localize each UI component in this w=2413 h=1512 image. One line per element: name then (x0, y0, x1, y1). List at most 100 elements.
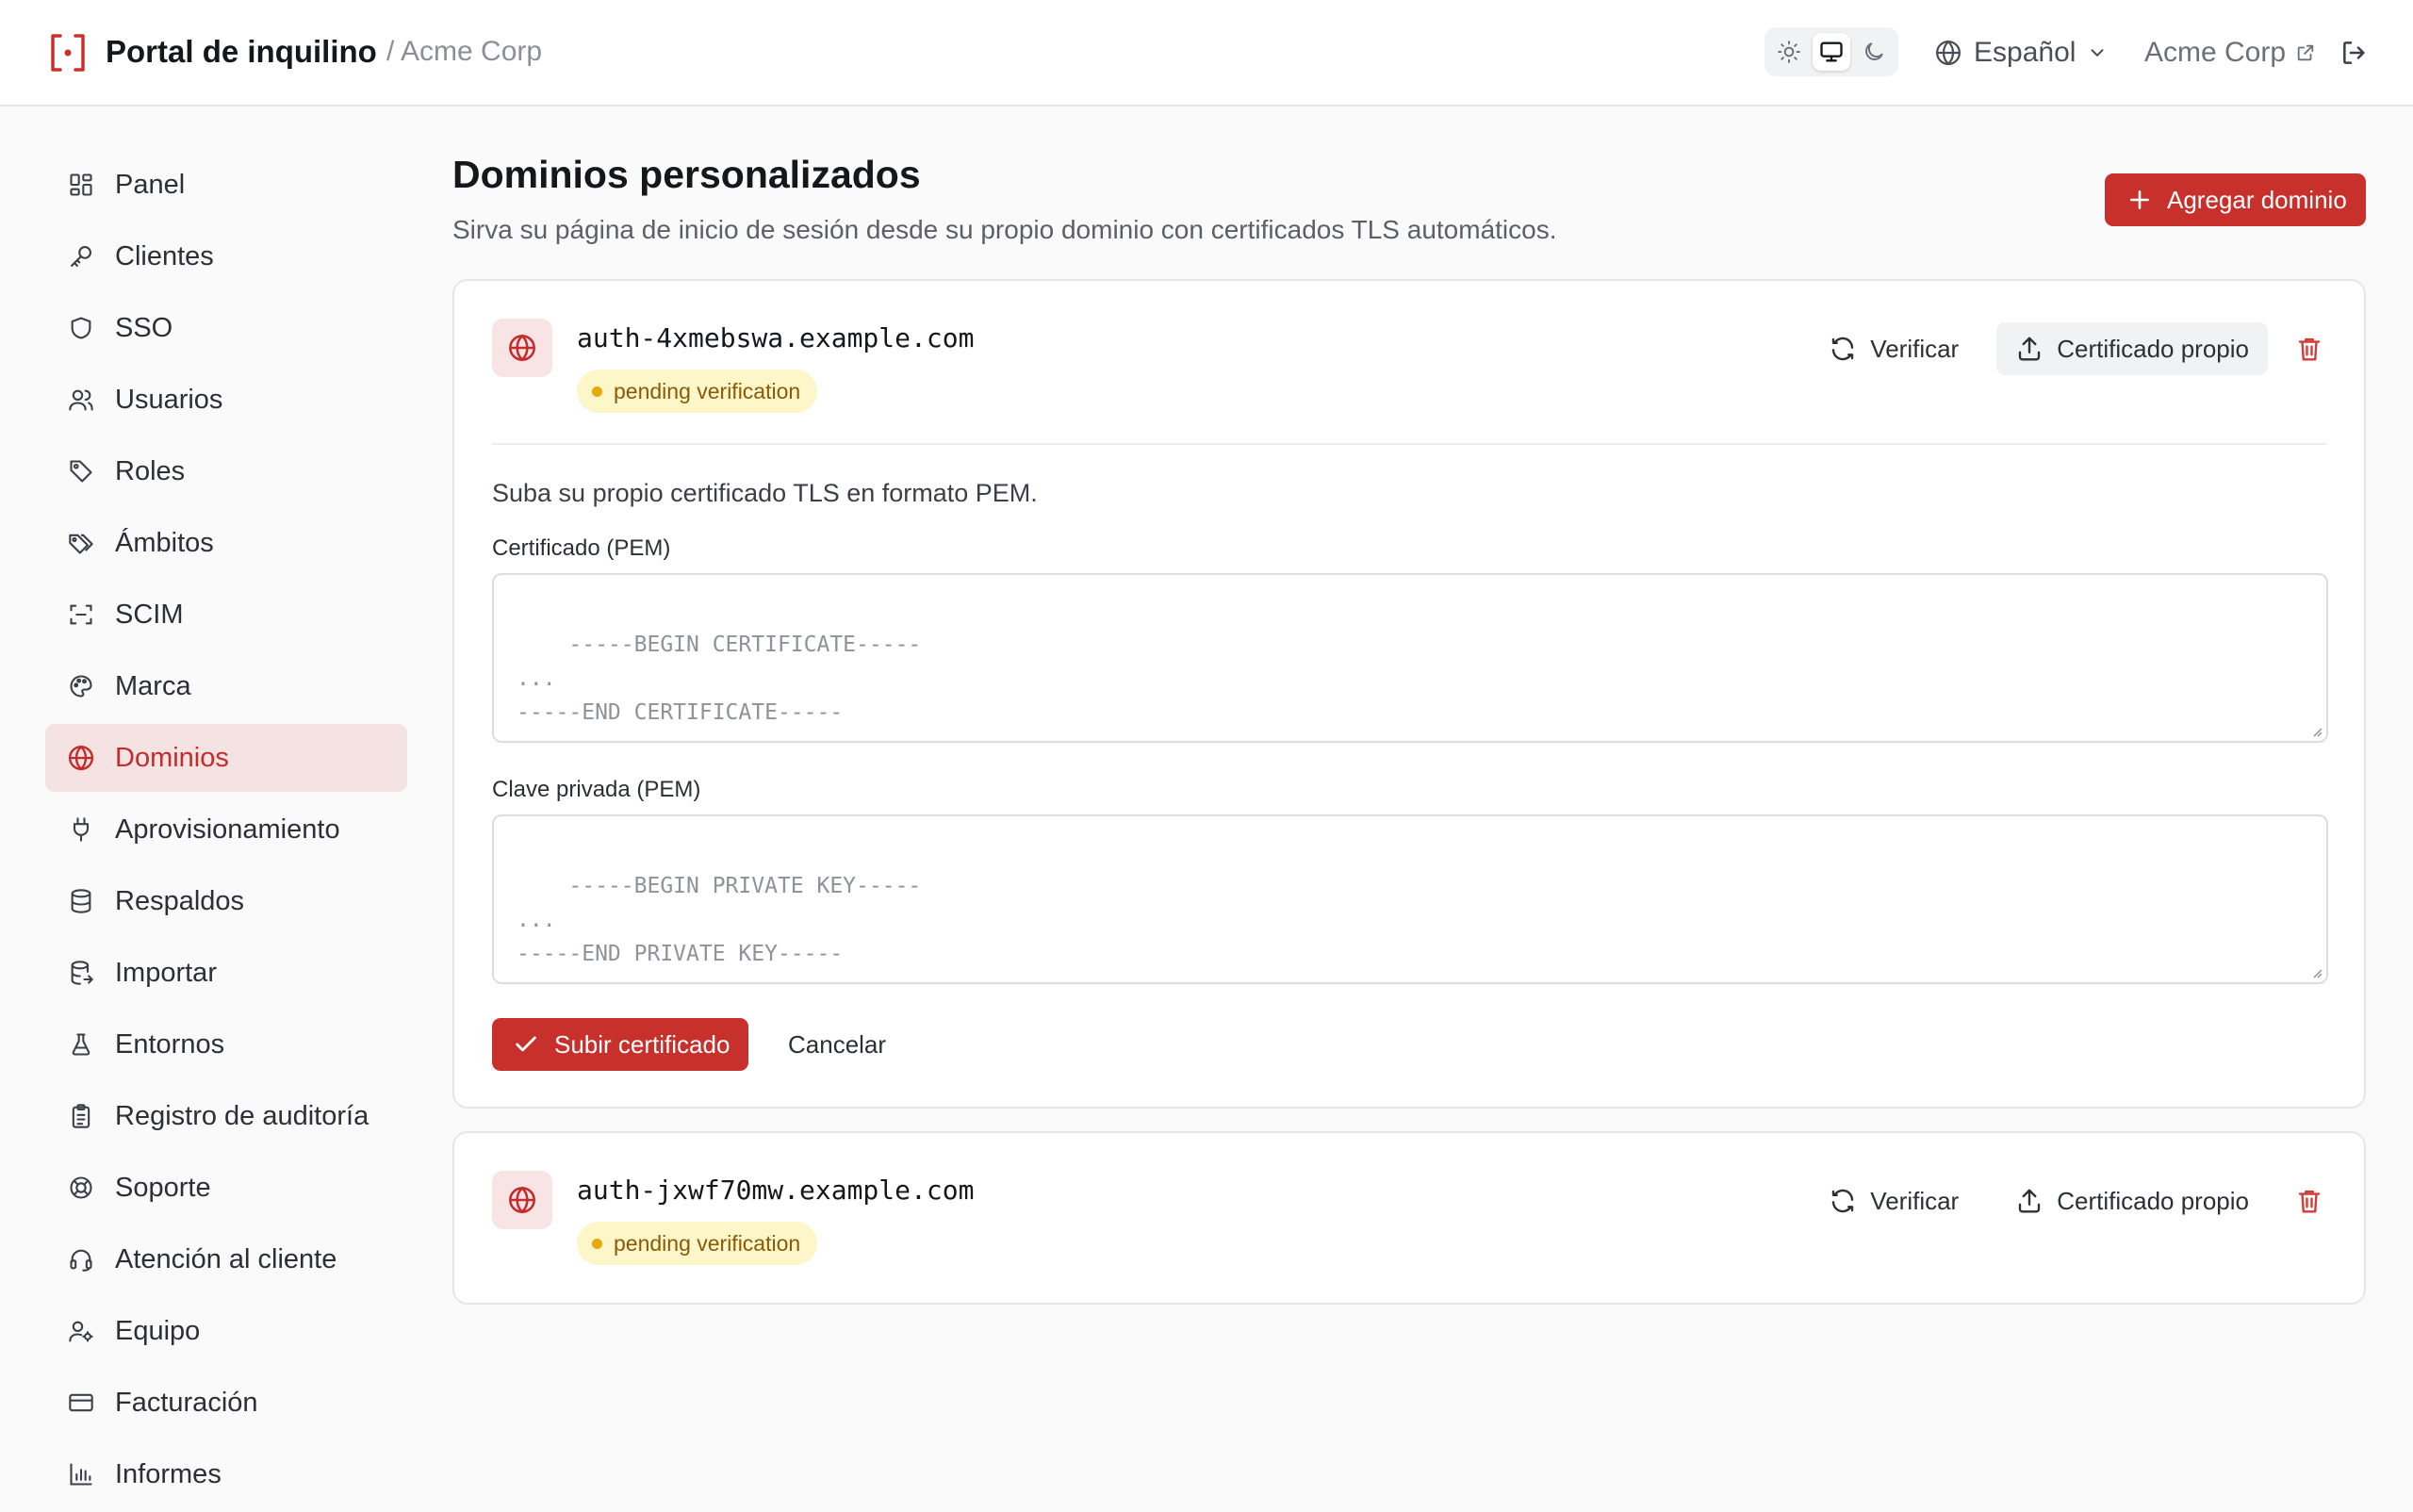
certificate-pem-textarea[interactable]: -----BEGIN CERTIFICATE----- ... -----END… (492, 573, 2328, 743)
theme-system-button[interactable] (1812, 33, 1851, 71)
language-selector[interactable]: Español (1934, 32, 2108, 74)
theme-switch (1765, 27, 1898, 76)
domain-name: auth-jxwf70mw.example.com (577, 1175, 975, 1206)
globe-icon (66, 743, 96, 773)
chevron-down-icon (2091, 49, 2104, 57)
palette-icon (66, 671, 96, 701)
tag-icon (66, 456, 96, 486)
sidebar-item-label: Dominios (115, 742, 229, 773)
org-name: Acme Corp (2144, 37, 2287, 68)
private-key-field-label: Clave privada (PEM) (492, 777, 701, 802)
own-certificate-label: Certificado propio (2057, 1186, 2249, 1215)
own-certificate-button[interactable]: Certificado propio (1996, 1175, 2268, 1227)
domain-card: auth-4xmebswa.example.com pending verifi… (452, 279, 2366, 1109)
sidebar-item-ambitos[interactable]: Ámbitos (45, 509, 407, 577)
page-subtitle: Sirva su página de inicio de sesión desd… (452, 215, 1557, 244)
upload-certificate-button[interactable]: Subir certificado (492, 1018, 749, 1071)
dashboard-icon (66, 170, 96, 200)
upload-icon (2019, 337, 2041, 361)
delete-domain-button[interactable] (2287, 326, 2332, 371)
refresh-icon (1832, 337, 1854, 361)
sidebar-item-label: Importar (115, 957, 217, 988)
globe-icon (509, 1186, 535, 1214)
resize-grip-icon[interactable] (2309, 965, 2323, 978)
shield-icon (66, 313, 96, 343)
upload-icon (2019, 1189, 2041, 1213)
sidebar-item-clientes[interactable]: Clientes (45, 222, 407, 290)
key-icon (66, 241, 96, 271)
sidebar-item-scim[interactable]: SCIM (45, 581, 407, 649)
globe-icon (1936, 40, 1961, 66)
status-label: pending verification (614, 378, 801, 403)
sidebar-item-panel[interactable]: Panel (45, 151, 407, 219)
check-icon (516, 1036, 536, 1052)
sidebar-item-label: Facturación (115, 1387, 258, 1418)
sidebar-item-label: Informes (115, 1458, 222, 1489)
top-bar: Portal de inquilino / Acme Corp Español (0, 0, 2413, 107)
domain-actions: Verificar Certificado propio (1810, 1175, 2332, 1227)
sidebar-item-respaldos[interactable]: Respaldos (45, 867, 407, 935)
users-icon (66, 385, 96, 415)
add-domain-label: Agregar dominio (2167, 185, 2347, 214)
sidebar-item-marca[interactable]: Marca (45, 652, 407, 720)
sidebar-item-label: Equipo (115, 1315, 201, 1346)
language-label: Español (1974, 37, 2076, 68)
sidebar-item-label: Entornos (115, 1028, 225, 1060)
trash-icon (2298, 1190, 2321, 1213)
org-link[interactable]: Acme Corp (2144, 32, 2316, 74)
sidebar-item-informes[interactable]: Informes (45, 1440, 407, 1508)
app-title[interactable]: Portal de inquilino (106, 34, 377, 70)
sidebar-item-usuarios[interactable]: Usuarios (45, 366, 407, 434)
sidebar-item-aprovisionamiento[interactable]: Aprovisionamiento (45, 796, 407, 863)
sidebar-item-label: Clientes (115, 240, 214, 271)
private-key-pem-textarea[interactable]: -----BEGIN PRIVATE KEY----- ... -----END… (492, 814, 2328, 984)
sidebar-item-label: SCIM (115, 599, 184, 630)
globe-icon (509, 334, 535, 362)
sidebar-item-soporte[interactable]: Soporte (45, 1154, 407, 1222)
sidebar-item-label: Respaldos (115, 885, 245, 916)
domain-globe-tile (492, 319, 552, 377)
sidebar-item-importar[interactable]: Importar (45, 939, 407, 1007)
logout-button[interactable] (2336, 34, 2373, 72)
cancel-button[interactable]: Cancelar (788, 1018, 886, 1071)
sidebar-item-dominios[interactable]: Dominios (45, 724, 407, 792)
status-label: pending verification (614, 1230, 801, 1256)
own-certificate-button[interactable]: Certificado propio (1996, 322, 2268, 375)
card-divider (492, 443, 2326, 445)
delete-domain-button[interactable] (2287, 1178, 2332, 1224)
logout-icon (2343, 41, 2365, 64)
domain-actions: Verificar Certificado propio (1810, 322, 2332, 375)
brand-logo-icon (51, 34, 85, 72)
trash-icon (2298, 337, 2321, 361)
sidebar-item-facturacion[interactable]: Facturación (45, 1369, 407, 1437)
domain-card: auth-jxwf70mw.example.com pending verifi… (452, 1131, 2366, 1305)
status-dot (592, 386, 602, 397)
upload-certificate-label: Subir certificado (554, 1029, 730, 1059)
sidebar-item-label: Atención al cliente (115, 1243, 337, 1274)
database-import-icon (66, 958, 96, 988)
add-domain-button[interactable]: Agregar dominio (2105, 173, 2366, 226)
theme-light-button[interactable] (1770, 33, 1809, 71)
private-key-placeholder: -----BEGIN PRIVATE KEY----- ... -----END… (517, 874, 922, 966)
flask-icon (66, 1029, 96, 1060)
clipboard-icon (66, 1101, 96, 1131)
sidebar-item-label: Roles (115, 455, 186, 486)
sidebar-item-entornos[interactable]: Entornos (45, 1011, 407, 1078)
resize-grip-icon[interactable] (2309, 724, 2323, 737)
tags-icon (66, 528, 96, 558)
verify-button[interactable]: Verificar (1810, 1175, 1978, 1227)
lifebuoy-icon (66, 1173, 96, 1203)
sidebar-item-equipo[interactable]: Equipo (45, 1297, 407, 1365)
sidebar-item-atencion-al-cliente[interactable]: Atención al cliente (45, 1225, 407, 1293)
sidebar-item-registro-de-auditoria[interactable]: Registro de auditoría (45, 1082, 407, 1150)
sidebar-item-label: Aprovisionamiento (115, 814, 340, 845)
headset-icon (66, 1244, 96, 1274)
sidebar-item-sso[interactable]: SSO (45, 294, 407, 362)
moon-icon (1864, 42, 1883, 60)
sidebar-item-roles[interactable]: Roles (45, 437, 407, 505)
refresh-icon (1832, 1189, 1854, 1213)
bar-chart-icon (66, 1459, 96, 1489)
verify-label: Verificar (1870, 1186, 1960, 1215)
verify-button[interactable]: Verificar (1810, 322, 1978, 375)
theme-dark-button[interactable] (1854, 33, 1893, 71)
